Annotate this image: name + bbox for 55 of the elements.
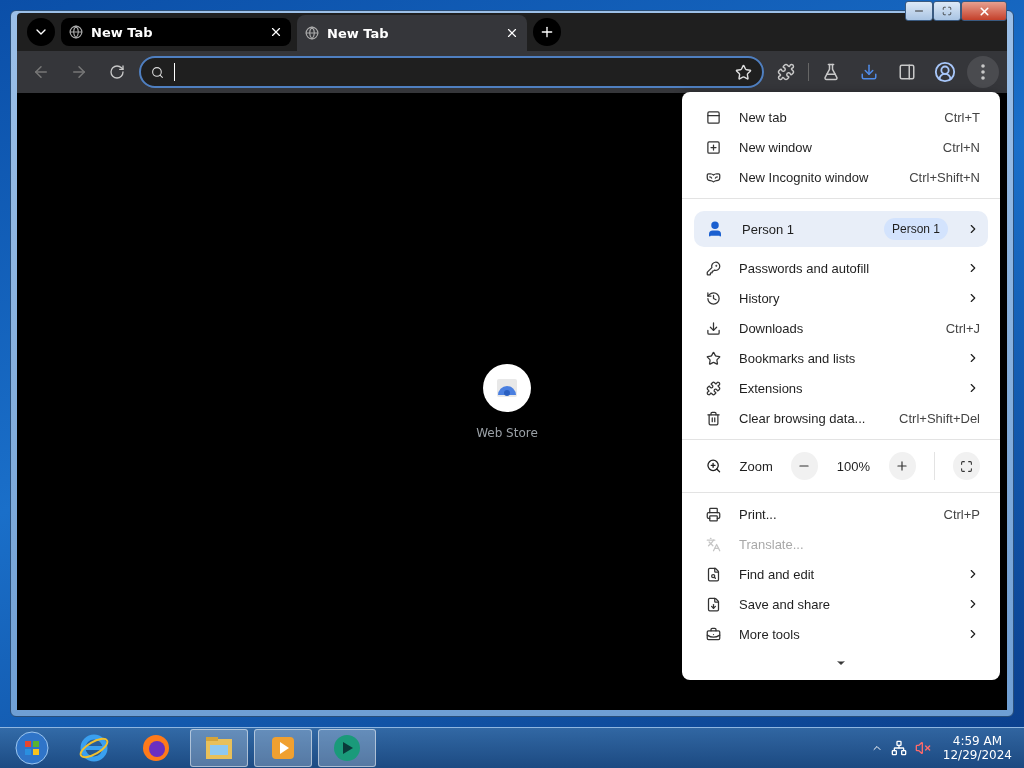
media-player-app-icon[interactable] (254, 729, 312, 767)
menu-item[interactable]: History (682, 283, 1000, 313)
globe-icon (69, 25, 83, 39)
close-icon (977, 4, 991, 18)
fullscreen-button[interactable] (952, 452, 980, 480)
puzzle-icon (777, 63, 795, 81)
menu-item[interactable]: Person 1 Person 1 (694, 211, 988, 247)
maximize-icon (942, 6, 952, 16)
tab-search-button[interactable] (27, 18, 55, 46)
star-icon[interactable] (735, 63, 752, 81)
app-icon[interactable] (318, 729, 376, 767)
globe-icon (305, 26, 319, 40)
folder-app-icon[interactable] (190, 729, 248, 767)
menu-button[interactable] (967, 56, 999, 88)
side-panel-icon (898, 63, 916, 81)
browser-tab[interactable]: New Tab (61, 18, 291, 46)
menu-item[interactable]: Find and edit (682, 559, 1000, 589)
menu-item[interactable]: New tab Ctrl+T (682, 102, 1000, 132)
menu-item[interactable]: More tools (682, 619, 1000, 649)
network-icon[interactable] (890, 740, 907, 756)
new-tab-button[interactable] (533, 18, 561, 46)
person-icon (706, 220, 724, 238)
menu-item[interactable]: Passwords and autofill (682, 253, 1000, 283)
menu-item[interactable]: Clear browsing data... Ctrl+Shift+Del (682, 403, 1000, 433)
close-icon[interactable] (269, 25, 283, 39)
address-field[interactable] (139, 56, 764, 88)
zoom-row: Zoom 100% (682, 446, 1000, 486)
download-icon (860, 63, 878, 81)
volume-muted-icon[interactable] (914, 740, 931, 756)
menu-item[interactable]: Save and share (682, 589, 1000, 619)
zoom-in-button[interactable] (888, 452, 916, 480)
clock[interactable]: 4:59 AM 12/29/2024 (942, 734, 1012, 762)
store-icon (495, 377, 519, 399)
menu-item[interactable]: Bookmarks and lists (682, 343, 1000, 373)
fullscreen-icon (959, 459, 973, 473)
plus-icon (895, 459, 910, 473)
maximize-button[interactable] (933, 1, 961, 21)
menu-item[interactable]: Print... Ctrl+P (682, 499, 1000, 529)
browser-tab[interactable]: New Tab (297, 15, 527, 51)
person-icon (934, 61, 956, 83)
profile-badge: Person 1 (883, 218, 948, 240)
menu-item[interactable]: New window Ctrl+N (682, 132, 1000, 162)
zoom-icon (706, 458, 722, 474)
close-button[interactable] (961, 1, 1007, 21)
flask-icon (822, 63, 840, 81)
menu-item[interactable]: New Incognito window Ctrl+Shift+N (682, 162, 1000, 192)
forward-arrow-icon (70, 63, 88, 81)
close-icon[interactable] (505, 26, 519, 40)
minimize-button[interactable] (905, 1, 933, 21)
menu-item[interactable]: Downloads Ctrl+J (682, 313, 1000, 343)
reload-icon (109, 64, 125, 80)
web-store-shortcut[interactable]: Web Store (476, 364, 538, 440)
plus-icon (539, 24, 555, 40)
search-icon (151, 65, 164, 79)
menu-item[interactable]: Extensions (682, 373, 1000, 403)
